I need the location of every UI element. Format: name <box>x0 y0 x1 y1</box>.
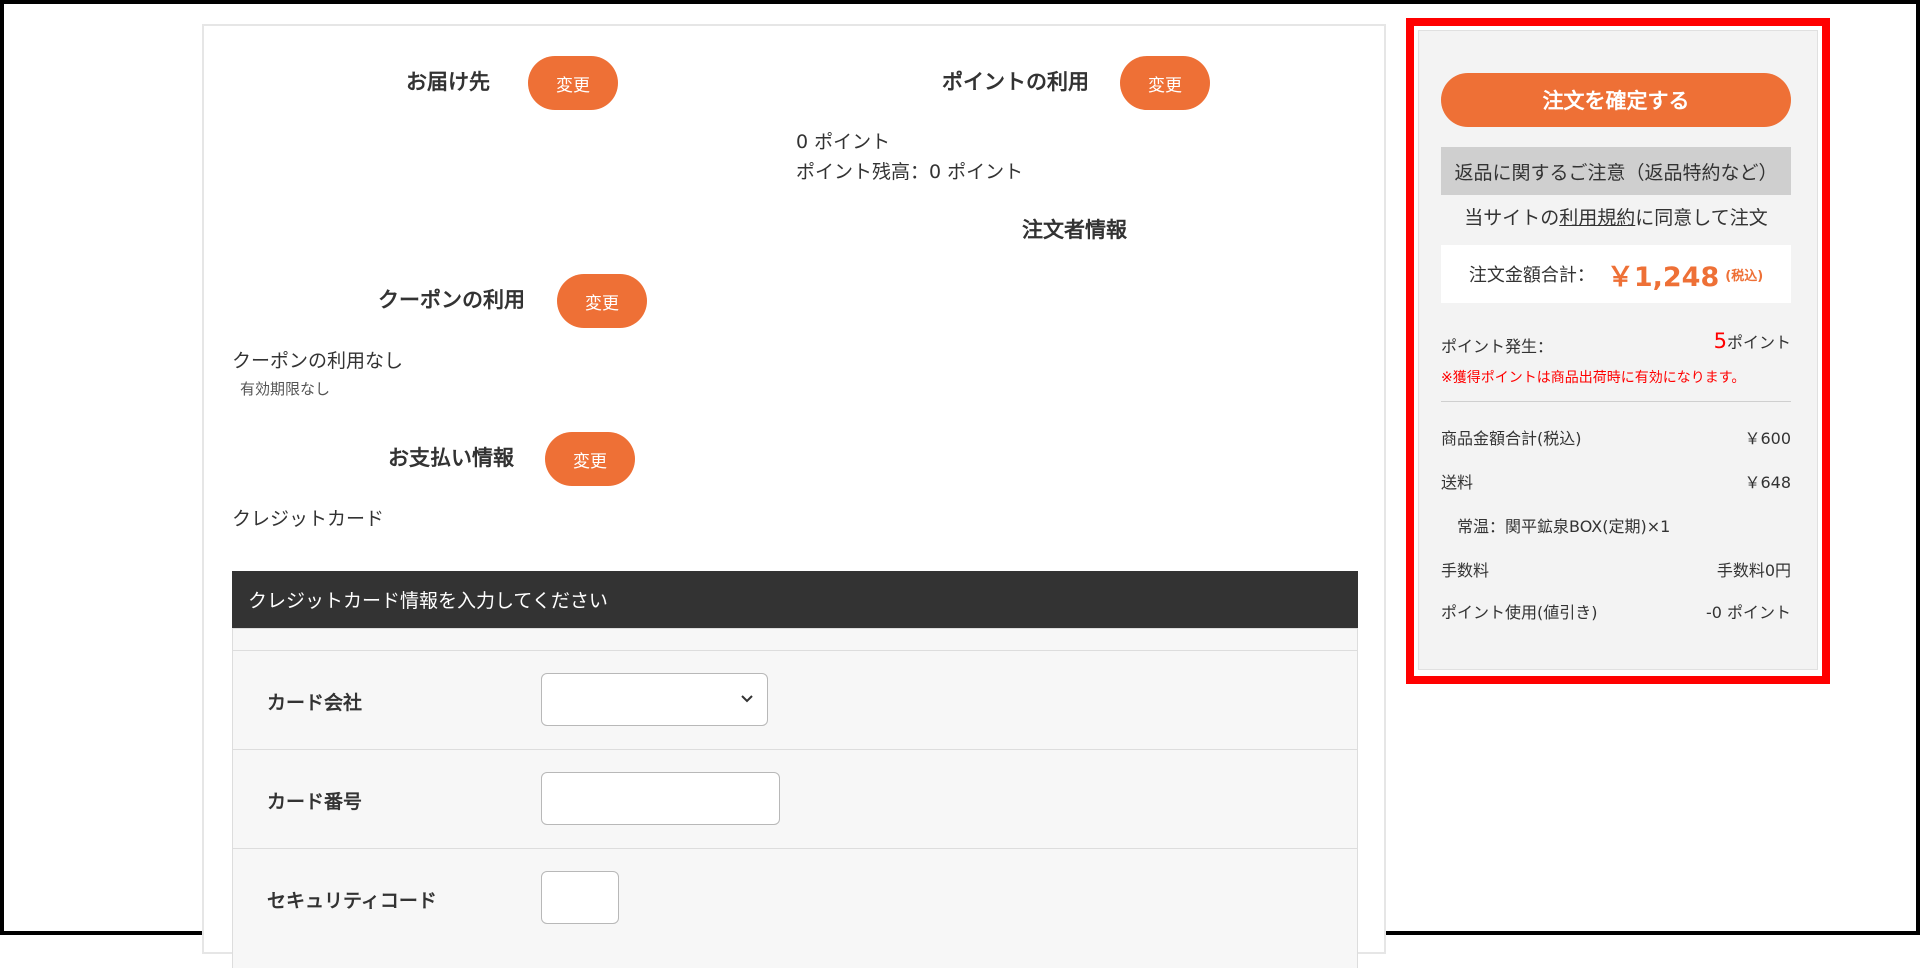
card-form-spacer <box>233 628 1357 650</box>
card-company-label: カード会社 <box>267 692 363 714</box>
returns-notice-button[interactable]: 返品に関するご注意（返品特約など） <box>1441 147 1791 195</box>
terms-agreement: 当サイトの利用規約に同意して注文 <box>1441 203 1791 230</box>
points-used-row: ポイント使用(値引き) -0 ポイント <box>1441 599 1791 623</box>
order-total-amount: ￥1,248 <box>1606 261 1720 293</box>
points-used-label: ポイント使用(値引き) <box>1441 603 1598 622</box>
order-total-label: 注文金額合計： <box>1468 265 1595 286</box>
subtotal-row: 商品金額合計(税込) ￥600 <box>1441 425 1791 449</box>
terms-prefix: 当サイトの <box>1464 207 1560 229</box>
payment-change-button[interactable]: 変更 <box>545 432 635 486</box>
points-earned-unit: ポイント <box>1726 333 1791 352</box>
shipping-detail: 常温：関平鉱泉BOX(定期)×1 <box>1457 517 1671 536</box>
shipping-row: 送料 ￥648 <box>1441 469 1791 493</box>
card-form: カード会社 カード番号 セキュリティコード <box>232 628 1358 968</box>
points-earned-label: ポイント発生： <box>1441 337 1554 356</box>
shipping-label: 送料 <box>1441 473 1474 492</box>
points-balance: ポイント残高：0 ポイント <box>796 161 1024 183</box>
order-total-tax: (税込) <box>1725 268 1764 284</box>
coupon-title: クーポンの利用 <box>378 288 525 312</box>
terms-link[interactable]: 利用規約 <box>1559 207 1635 229</box>
fee-value: 手数料0円 <box>1716 561 1791 580</box>
card-company-select[interactable] <box>541 673 768 726</box>
card-security-label: セキュリティコード <box>267 890 437 912</box>
coupon-status: クーポンの利用なし <box>232 350 404 372</box>
subtotal-value: ￥600 <box>1744 429 1791 448</box>
delivery-title: お届け先 <box>406 70 490 94</box>
shipping-detail-row: 常温：関平鉱泉BOX(定期)×1 <box>1441 513 1791 537</box>
order-total-box: 注文金額合計： ￥1,248 (税込) <box>1441 245 1791 303</box>
card-form-header: クレジットカード情報を入力してください <box>232 571 1358 628</box>
payment-method: クレジットカード <box>232 508 385 530</box>
subtotal-label: 商品金額合計(税込) <box>1441 429 1582 448</box>
delivery-change-button[interactable]: 変更 <box>528 56 618 110</box>
points-earned-value: 5 <box>1713 329 1727 353</box>
chevron-down-icon <box>741 695 753 703</box>
card-number-input[interactable] <box>541 772 780 825</box>
fee-label: 手数料 <box>1441 561 1490 580</box>
card-security-input[interactable] <box>541 871 619 924</box>
orderer-title: 注文者情報 <box>1022 218 1127 242</box>
card-company-row: カード会社 <box>233 650 1357 749</box>
card-security-row: セキュリティコード <box>233 848 1357 968</box>
points-used: 0 ポイント <box>796 131 891 153</box>
summary-divider <box>1441 401 1791 402</box>
points-title: ポイントの利用 <box>942 70 1089 94</box>
points-earned-row: ポイント発生： 5ポイント <box>1441 329 1791 357</box>
terms-suffix: に同意して注文 <box>1635 207 1768 229</box>
order-summary-panel: 注文を確定する 返品に関するご注意（返品特約など） 当サイトの利用規約に同意して… <box>1418 30 1818 670</box>
coupon-expiry: 有効期限なし <box>240 380 331 398</box>
order-details-panel: お届け先 変更 ポイントの利用 変更 0 ポイント ポイント残高：0 ポイント … <box>202 24 1386 968</box>
coupon-change-button[interactable]: 変更 <box>557 274 647 328</box>
card-number-row: カード番号 <box>233 749 1357 848</box>
confirm-order-button[interactable]: 注文を確定する <box>1441 73 1791 127</box>
fee-row: 手数料 手数料0円 <box>1441 557 1791 581</box>
points-notice: ※獲得ポイントは商品出荷時に有効になります。 <box>1441 370 1746 386</box>
points-used-value: -0 ポイント <box>1705 603 1791 622</box>
points-change-button[interactable]: 変更 <box>1120 56 1210 110</box>
payment-title: お支払い情報 <box>388 446 514 470</box>
card-number-label: カード番号 <box>267 791 363 813</box>
shipping-value: ￥648 <box>1744 473 1791 492</box>
